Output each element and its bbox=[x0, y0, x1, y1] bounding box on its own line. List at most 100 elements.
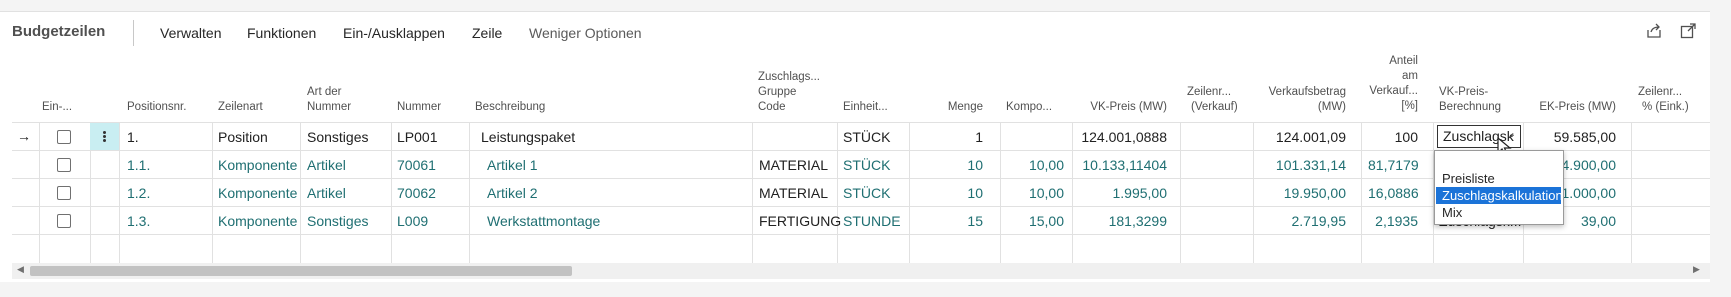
cell-vk-preis[interactable]: 10.133,11404 bbox=[1080, 156, 1167, 174]
header-text: Code bbox=[758, 101, 786, 113]
header-text: Gruppe bbox=[758, 86, 797, 98]
cell-zeilenart[interactable]: Komponente bbox=[218, 212, 297, 230]
dropdown-option-mix[interactable]: Mix bbox=[1436, 204, 1561, 221]
header-menge[interactable]: Menge bbox=[925, 100, 983, 115]
cell-beschreibung[interactable]: Artikel 2 bbox=[487, 184, 538, 202]
cell-anteil[interactable]: 81,7179 bbox=[1368, 156, 1419, 174]
header-ek-preis[interactable]: EK-Preis (MW) bbox=[1525, 100, 1616, 115]
scroll-left-arrow-icon[interactable]: ◀ bbox=[17, 264, 24, 275]
header-vk-preis[interactable]: VK-Preis (MW) bbox=[1080, 100, 1167, 115]
cell-positionsnr[interactable]: 1.1. bbox=[127, 156, 150, 174]
cell-anteil[interactable]: 2,1935 bbox=[1368, 212, 1418, 230]
cell-beschreibung[interactable]: Leistungspaket bbox=[481, 128, 575, 146]
cell-menge[interactable]: 10 bbox=[925, 156, 983, 174]
cell-verkaufsbetrag[interactable]: 2.719,95 bbox=[1260, 212, 1347, 230]
cell-zeilenart[interactable]: Position bbox=[218, 128, 268, 146]
cell-kompo[interactable]: 10,00 bbox=[1005, 184, 1064, 202]
header-nummer[interactable]: Nummer bbox=[397, 100, 441, 115]
toolbar-funktionen[interactable]: Funktionen bbox=[247, 25, 316, 41]
toolbar-separator bbox=[133, 20, 134, 46]
cell-einheit[interactable]: STÜCK bbox=[843, 128, 890, 146]
header-text: Zeilenr... bbox=[1187, 86, 1232, 98]
cell-kompo[interactable]: 10,00 bbox=[1005, 156, 1064, 174]
dot bbox=[103, 135, 106, 138]
header-vk-preis-berechnung[interactable]: VK-Preis- Berechnung bbox=[1439, 85, 1501, 115]
header-zeilenrabatt-verkauf[interactable]: Zeilenr... (Verkauf) bbox=[1187, 85, 1238, 115]
cell-einheit[interactable]: STÜCK bbox=[843, 156, 890, 174]
cell-verkaufsbetrag[interactable]: 124.001,09 bbox=[1260, 128, 1346, 146]
cell-art-der-nummer[interactable]: Sonstiges bbox=[307, 128, 368, 146]
cell-art-der-nummer[interactable]: Artikel bbox=[307, 156, 346, 174]
cell-menge[interactable]: 1 bbox=[925, 128, 983, 146]
cell-nummer[interactable]: 70061 bbox=[397, 156, 436, 174]
header-zeilenrabatt-eink[interactable]: Zeilenr... % (Eink.) bbox=[1638, 85, 1689, 115]
row-checkbox[interactable] bbox=[57, 186, 71, 200]
cell-beschreibung[interactable]: Werkstattmontage bbox=[487, 212, 600, 230]
column-divider bbox=[119, 122, 120, 263]
share-icon[interactable] bbox=[1645, 22, 1663, 40]
header-art-der-nummer[interactable]: Art der Nummer bbox=[307, 85, 351, 115]
cell-positionsnr[interactable]: 1.2. bbox=[127, 184, 150, 202]
header-anteil[interactable]: Anteil am Verkauf... [%] bbox=[1360, 54, 1418, 114]
row-checkbox[interactable] bbox=[57, 158, 71, 172]
dropdown-option-preisliste[interactable]: Preisliste bbox=[1436, 170, 1561, 187]
cell-zeilenart[interactable]: Komponente bbox=[218, 156, 297, 174]
cell-zeilenart[interactable]: Komponente bbox=[218, 184, 297, 202]
header-positionsnr[interactable]: Positionsnr. bbox=[127, 100, 186, 115]
cell-nummer[interactable]: 70062 bbox=[397, 184, 436, 202]
cell-ek-preis[interactable]: 59.585,00 bbox=[1530, 128, 1616, 146]
cell-vk-preis[interactable]: 181,3299 bbox=[1080, 212, 1167, 230]
cell-verkaufsbetrag[interactable]: 101.331,14 bbox=[1260, 156, 1346, 174]
cell-zuschlagsgruppe[interactable]: FERTIGUNG bbox=[759, 212, 841, 230]
cell-menge[interactable]: 15 bbox=[925, 212, 983, 230]
cell-anteil[interactable]: 16,0886 bbox=[1368, 184, 1419, 202]
dot bbox=[103, 139, 106, 142]
cell-art-der-nummer[interactable]: Artikel bbox=[307, 184, 346, 202]
expand-icon[interactable] bbox=[1679, 22, 1697, 40]
cell-art-der-nummer[interactable]: Sonstiges bbox=[307, 212, 368, 230]
row-checkbox[interactable] bbox=[57, 130, 71, 144]
header-text: (Verkauf) bbox=[1191, 101, 1238, 113]
toolbar-ein-ausklappen[interactable]: Ein-/Ausklappen bbox=[343, 25, 445, 41]
cell-nummer[interactable]: L009 bbox=[397, 212, 428, 230]
row-checkbox[interactable] bbox=[57, 214, 71, 228]
column-divider bbox=[469, 122, 470, 263]
cell-nummer[interactable]: LP001 bbox=[397, 128, 437, 146]
cell-verkaufsbetrag[interactable]: 19.950,00 bbox=[1260, 184, 1346, 202]
cell-zuschlagsgruppe[interactable]: MATERIAL bbox=[759, 184, 828, 202]
header-einheit[interactable]: Einheit... bbox=[843, 100, 888, 115]
header-zeilenart[interactable]: Zeilenart bbox=[218, 100, 263, 115]
header-divider bbox=[12, 122, 1710, 123]
toolbar-zeile[interactable]: Zeile bbox=[472, 25, 502, 41]
cell-einheit[interactable]: STUNDE bbox=[843, 212, 901, 230]
cell-anteil[interactable]: 100 bbox=[1368, 128, 1418, 146]
header-beschreibung[interactable]: Beschreibung bbox=[475, 100, 545, 115]
header-verkaufsbetrag[interactable]: Verkaufsbetrag (MW) bbox=[1250, 85, 1346, 115]
cell-zuschlagsgruppe[interactable]: MATERIAL bbox=[759, 156, 828, 174]
header-text: Nummer bbox=[307, 101, 352, 113]
toolbar-weniger-optionen[interactable]: Weniger Optionen bbox=[529, 25, 642, 41]
row-actions-menu[interactable] bbox=[90, 123, 119, 150]
cell-menge[interactable]: 10 bbox=[925, 184, 983, 202]
column-divider bbox=[1631, 122, 1632, 263]
cell-einheit[interactable]: STÜCK bbox=[843, 184, 890, 202]
cell-vk-preis[interactable]: 1.995,00 bbox=[1080, 184, 1168, 202]
cell-kompo[interactable]: 15,00 bbox=[1005, 212, 1064, 230]
cell-beschreibung[interactable]: Artikel 1 bbox=[487, 156, 538, 174]
dropdown-option-zuschlagskalkulation[interactable]: Zuschlagskalkulation bbox=[1436, 187, 1563, 204]
column-divider bbox=[212, 122, 213, 263]
header-zuschlagsgruppe[interactable]: Zuschlags... Gruppe Code bbox=[758, 70, 820, 115]
scroll-right-arrow-icon[interactable]: ▶ bbox=[1693, 264, 1700, 275]
column-divider bbox=[752, 122, 753, 263]
cell-positionsnr[interactable]: 1.3. bbox=[127, 212, 150, 230]
header-ein[interactable]: Ein-... bbox=[42, 100, 72, 115]
cell-positionsnr[interactable]: 1. bbox=[127, 128, 139, 146]
header-text: Verkaufsbetrag bbox=[1268, 86, 1346, 98]
header-kompo[interactable]: Kompo... bbox=[1006, 100, 1052, 115]
vk-preis-berechnung-dropdown[interactable]: Preisliste Zuschlagskalkulation Mix bbox=[1434, 150, 1564, 225]
header-text: [%] bbox=[1401, 100, 1418, 112]
scrollbar-thumb[interactable] bbox=[30, 266, 572, 276]
cell-vk-preis[interactable]: 124.001,0888 bbox=[1080, 128, 1167, 146]
toolbar-verwalten[interactable]: Verwalten bbox=[160, 25, 221, 41]
column-divider bbox=[1000, 122, 1001, 263]
